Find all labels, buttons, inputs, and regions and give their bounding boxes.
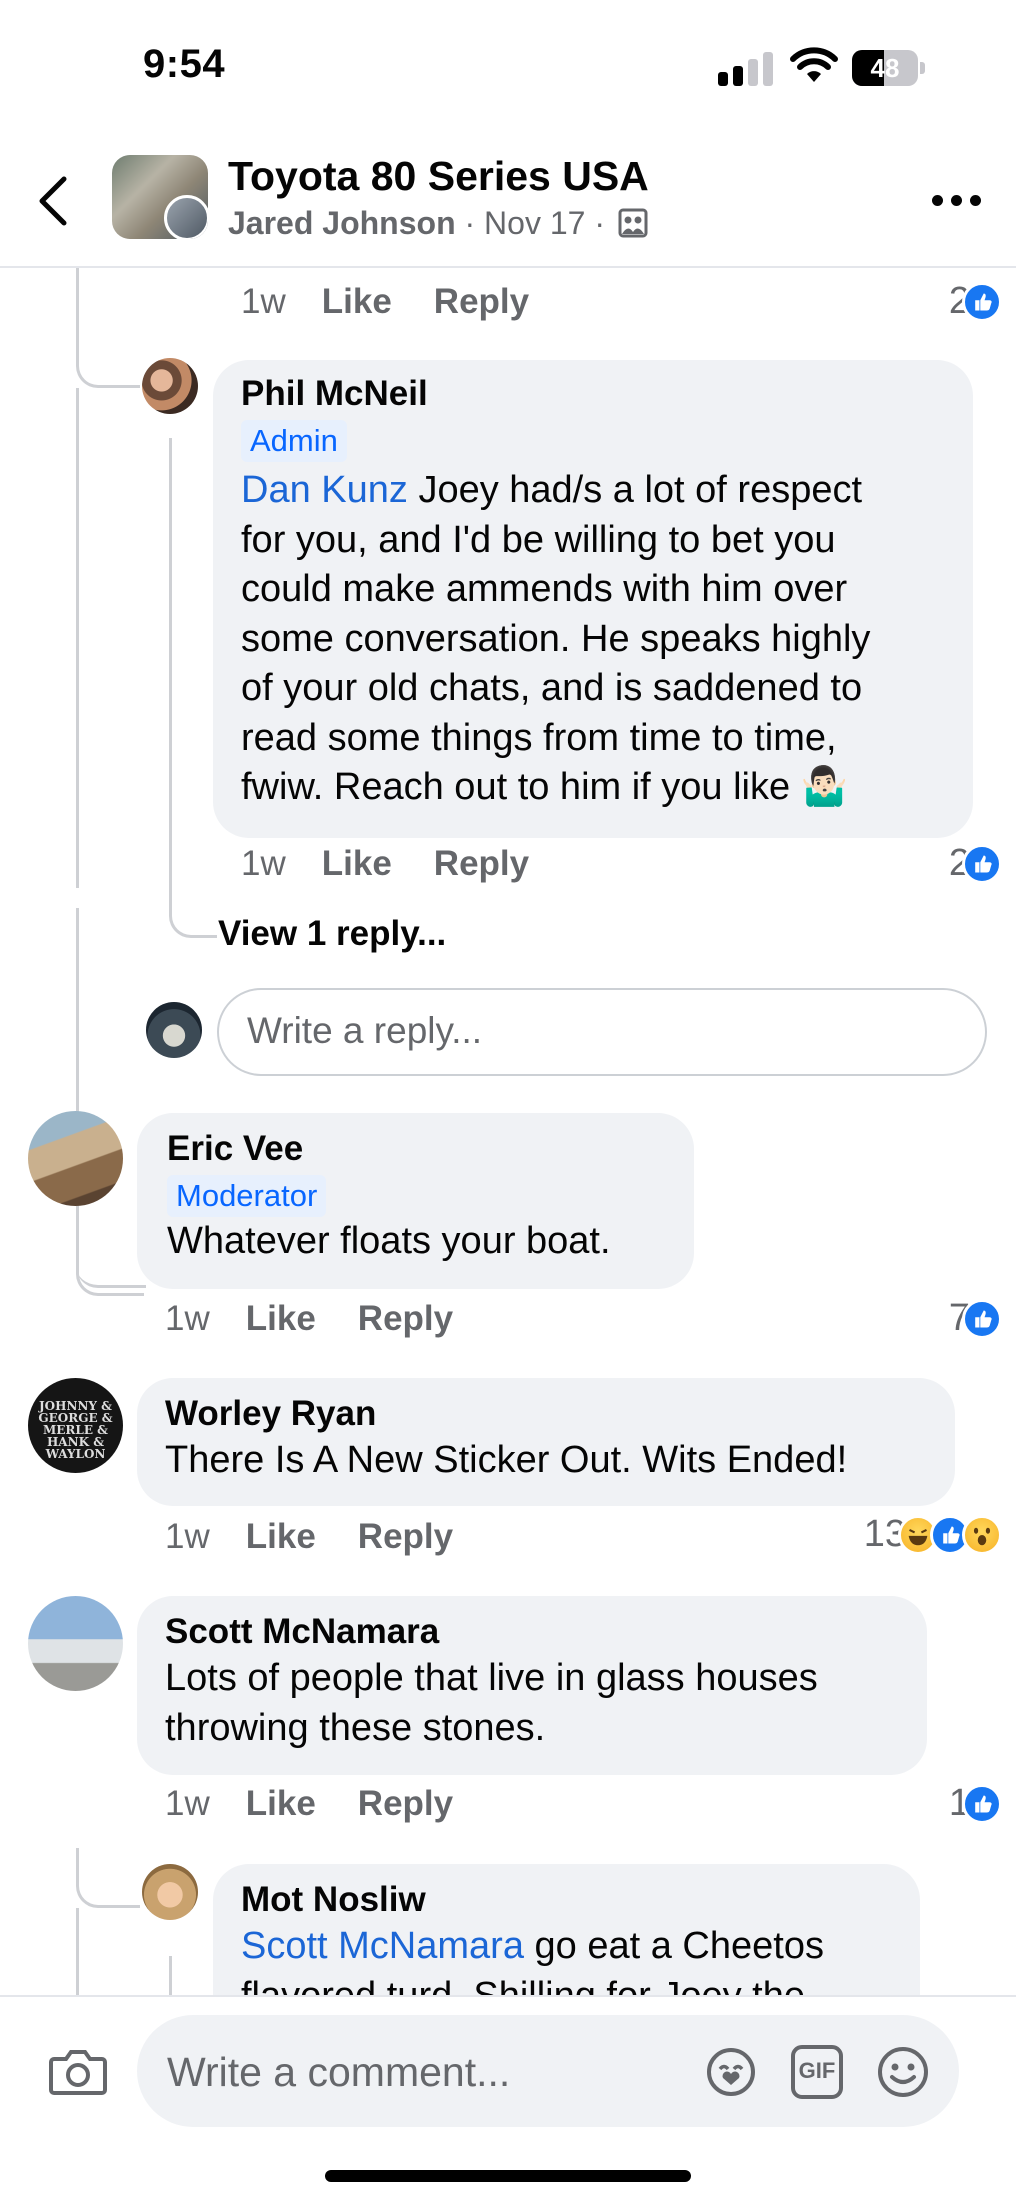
- comment-time: 1w: [165, 1517, 210, 1556]
- comment-actions: 1w Like Reply: [241, 844, 571, 884]
- like-reaction-icon: [962, 1783, 1002, 1824]
- reply-button[interactable]: Reply: [434, 282, 529, 321]
- reply-input[interactable]: Write a reply...: [217, 988, 987, 1076]
- comment-actions: 1w Like Reply: [165, 1784, 495, 1824]
- commenter-avatar[interactable]: JOHNNY & GEORGE & MERLE & HANK & WAYLON: [28, 1378, 123, 1473]
- reaction-summary[interactable]: 1: [949, 1782, 1002, 1825]
- view-replies-link[interactable]: View 1 reply...: [218, 914, 446, 954]
- like-button[interactable]: Like: [246, 1517, 316, 1556]
- comment-bubble[interactable]: Phil McNeil Admin Dan Kunz Joey had/s a …: [213, 360, 973, 838]
- emoji-icon[interactable]: [876, 2045, 930, 2099]
- wifi-icon: [790, 47, 838, 82]
- like-button[interactable]: Like: [322, 844, 392, 883]
- wow-reaction-icon: [962, 1514, 1002, 1555]
- comment-bubble[interactable]: Scott McNamara Lots of people that live …: [137, 1596, 927, 1775]
- post-header: Toyota 80 Series USA Jared Johnson · Nov…: [0, 135, 1016, 268]
- mention-link[interactable]: Scott McNamara: [241, 1925, 524, 1967]
- commenter-name[interactable]: Mot Nosliw: [241, 1878, 892, 1922]
- avatar-sticker-icon[interactable]: [704, 2045, 758, 2099]
- status-time: 9:54: [143, 42, 226, 86]
- back-button[interactable]: [30, 171, 80, 231]
- status-bar: 9:54 48: [0, 0, 1016, 135]
- commenter-name[interactable]: Worley Ryan: [165, 1392, 927, 1436]
- commenter-name[interactable]: Phil McNeil: [241, 372, 945, 416]
- meta-separator: ·: [464, 205, 476, 241]
- comment-text: Whatever floats your boat.: [167, 1220, 611, 1262]
- comment-bubble[interactable]: Eric Vee Moderator Whatever floats your …: [137, 1113, 694, 1289]
- comment-time: 1w: [241, 844, 286, 883]
- commenter-name[interactable]: Eric Vee: [167, 1127, 664, 1171]
- comment-text: Dan Kunz Joey had/s a lot of respect for…: [241, 469, 871, 808]
- comment-actions: 1w Like Reply: [165, 1517, 495, 1557]
- more-options-button[interactable]: [932, 191, 982, 211]
- like-button[interactable]: Like: [246, 1784, 316, 1823]
- group-privacy-icon: [618, 208, 648, 238]
- reply-button[interactable]: Reply: [358, 1517, 453, 1556]
- like-reaction-icon: [962, 1298, 1002, 1339]
- comment-time: 1w: [241, 282, 286, 321]
- thread-line: [76, 388, 79, 888]
- battery-level: 48: [870, 53, 900, 83]
- cellular-signal-icon: [718, 52, 774, 86]
- role-badge: Moderator: [167, 1175, 327, 1217]
- thread-line: [169, 1956, 172, 1995]
- comment-placeholder: Write a comment...: [167, 2049, 511, 2095]
- group-avatar[interactable]: [112, 155, 208, 239]
- commenter-avatar[interactable]: [142, 1864, 198, 1920]
- comment-input[interactable]: Write a comment... GIF: [137, 2015, 959, 2127]
- post-author[interactable]: Jared Johnson: [228, 205, 456, 241]
- reply-button[interactable]: Reply: [358, 1784, 453, 1823]
- mention-link[interactable]: Dan Kunz: [241, 469, 408, 511]
- like-reaction-icon: [962, 843, 1002, 884]
- comment-text: There Is A New Sticker Out. Wits Ended!: [165, 1439, 848, 1481]
- commenter-avatar[interactable]: [28, 1111, 123, 1206]
- comment-bubble[interactable]: Mot Nosliw Scott McNamara go eat a Cheet…: [213, 1864, 920, 1995]
- author-avatar: [164, 195, 208, 239]
- thread-connector: [76, 908, 144, 1296]
- home-indicator[interactable]: [325, 2170, 691, 2182]
- comment-actions: 1w Like Reply: [241, 282, 571, 322]
- reply-button[interactable]: Reply: [434, 844, 529, 883]
- gif-button[interactable]: GIF: [791, 2045, 843, 2099]
- meta-separator: ·: [594, 205, 605, 241]
- comments-feed[interactable]: 1w Like Reply 2 Phil McNeil Admin Dan Kunz…: [0, 268, 1016, 1995]
- reaction-summary[interactable]: 2: [949, 842, 1002, 885]
- comment-time: 1w: [165, 1784, 210, 1823]
- comment-text: Scott McNamara go eat a Cheetos flavored…: [241, 1925, 824, 1995]
- thread-connector: [169, 438, 217, 938]
- role-badge: Admin: [241, 420, 347, 462]
- battery-icon: 48: [852, 50, 925, 86]
- commenter-avatar[interactable]: [142, 358, 198, 414]
- commenter-avatar[interactable]: [28, 1596, 123, 1691]
- like-button[interactable]: Like: [322, 282, 392, 321]
- reaction-summary[interactable]: 13: [864, 1513, 1002, 1556]
- commenter-name[interactable]: Scott McNamara: [165, 1610, 899, 1654]
- my-avatar: [146, 1002, 202, 1058]
- comment-composer: Write a comment... GIF: [0, 1995, 1016, 2200]
- comment-text: Lots of people that live in glass houses…: [165, 1657, 818, 1749]
- group-name[interactable]: Toyota 80 Series USA: [228, 153, 649, 200]
- comment-actions: 1w Like Reply: [165, 1299, 495, 1339]
- post-meta: Jared Johnson · Nov 17 ·: [228, 205, 648, 242]
- reply-button[interactable]: Reply: [358, 1299, 453, 1338]
- thread-connector: [76, 268, 140, 388]
- camera-icon[interactable]: [48, 2045, 108, 2097]
- like-button[interactable]: Like: [246, 1299, 316, 1338]
- comment-bubble[interactable]: Worley Ryan There Is A New Sticker Out. …: [137, 1378, 955, 1506]
- thread-line: [76, 1908, 79, 1995]
- post-date: Nov 17: [484, 205, 586, 241]
- like-reaction-icon: [962, 281, 1002, 322]
- comment-time: 1w: [165, 1299, 210, 1338]
- reaction-summary[interactable]: 7: [949, 1297, 1002, 1340]
- reaction-summary[interactable]: 2: [949, 280, 1002, 323]
- thread-connector: [76, 1848, 140, 1908]
